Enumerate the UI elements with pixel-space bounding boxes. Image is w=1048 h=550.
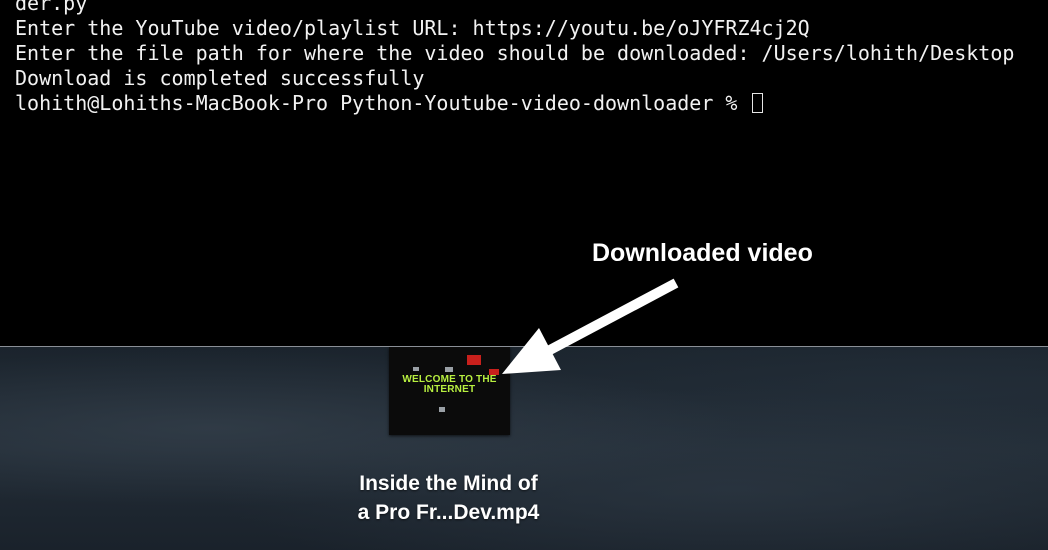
terminal-prompt-line[interactable]: lohith@Lohiths-MacBook-Pro Python-Youtub… [15, 91, 763, 116]
thumbnail-text: WELCOME TO THE INTERNET [402, 374, 497, 395]
screen: der.py Enter the YouTube video/playlist … [0, 0, 1048, 550]
terminal-line: Enter the YouTube video/playlist URL: ht… [15, 16, 810, 40]
file-name-line-1: Inside the Mind of [359, 472, 538, 495]
file-name-line-2: a Pro Fr...Dev.mp4 [357, 501, 540, 524]
terminal-window[interactable]: der.py Enter the YouTube video/playlist … [0, 0, 1048, 346]
thumbnail-gray-shape [445, 367, 453, 372]
thumbnail-gray-shape [413, 367, 419, 371]
video-file-icon[interactable]: WELCOME TO THE INTERNET [389, 347, 510, 435]
file-name-label[interactable]: Inside the Mind of a Pro Fr...Dev.mp4 [300, 469, 597, 527]
text-cursor [751, 93, 763, 113]
terminal-line: Download is completed successfully [15, 66, 425, 90]
terminal-prompt: lohith@Lohiths-MacBook-Pro Python-Youtub… [15, 91, 750, 115]
thumbnail-gray-shape [439, 407, 445, 412]
terminal-line: Enter the file path for where the video … [15, 41, 1015, 65]
desktop[interactable]: WELCOME TO THE INTERNET Inside the Mind … [0, 347, 1048, 550]
terminal-line: der.py [15, 0, 88, 15]
annotation-label: Downloaded video [592, 239, 813, 267]
thumbnail-red-shape [467, 355, 481, 365]
